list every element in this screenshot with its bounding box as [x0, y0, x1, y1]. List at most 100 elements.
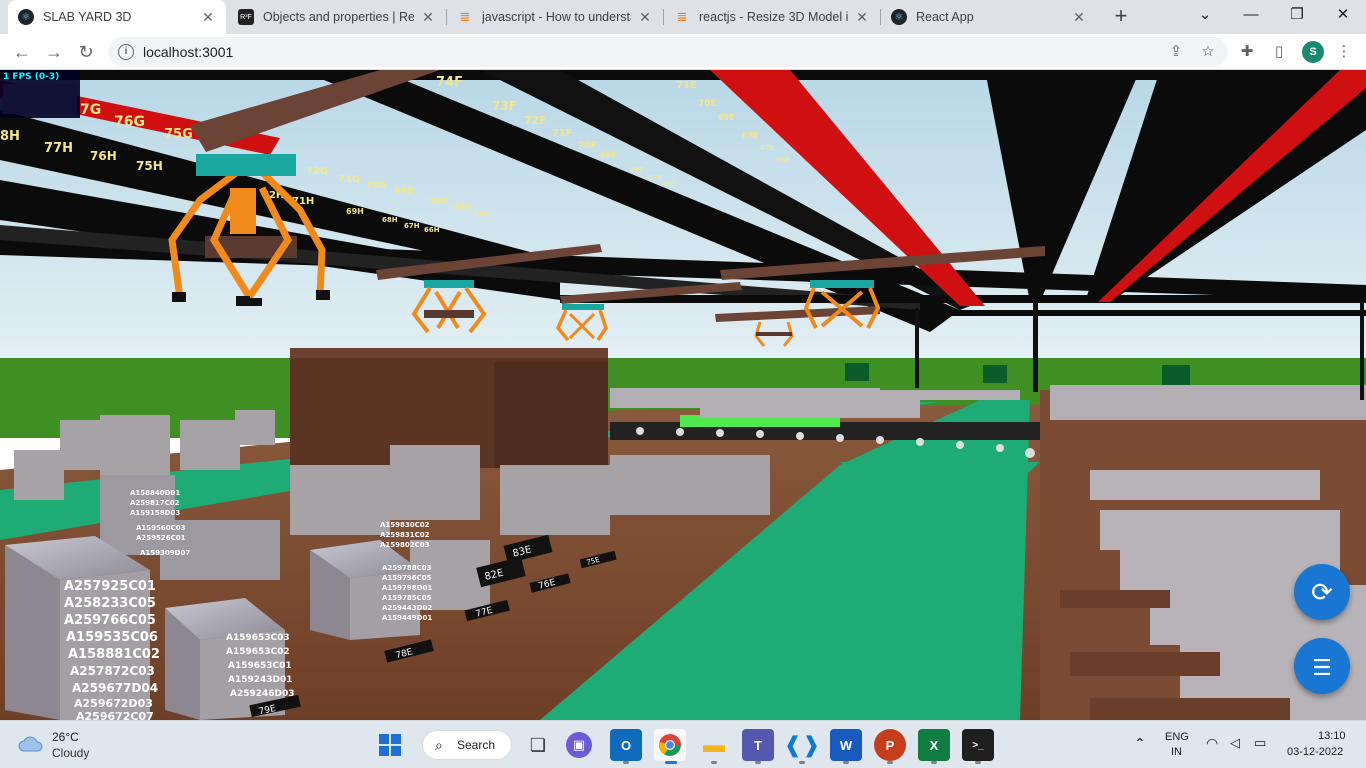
clock-date[interactable]: 03-12-2022: [1287, 746, 1343, 758]
word-icon: W: [839, 737, 853, 753]
slab-label: A159560C03: [136, 524, 186, 532]
chrome-app[interactable]: [654, 729, 686, 761]
teams-app[interactable]: T: [742, 729, 774, 761]
rail-label: 67F: [648, 174, 663, 182]
rail-label: 70G: [366, 181, 386, 191]
rail-label: 8H: [0, 129, 20, 144]
reset-view-button[interactable]: ⟳: [1294, 564, 1350, 620]
profile-avatar[interactable]: S: [1302, 41, 1324, 63]
cloud-icon[interactable]: [18, 734, 44, 752]
stackoverflow-icon: ≣: [676, 9, 688, 24]
rail-label: 67G: [454, 203, 472, 212]
powerpoint-app[interactable]: P: [874, 729, 906, 761]
wifi-icon[interactable]: ◠: [1206, 735, 1218, 752]
rail-label: 73F: [492, 99, 517, 113]
close-icon[interactable]: ✕: [200, 9, 216, 26]
task-view-icon: ❏: [529, 734, 547, 755]
rail-label: 68H: [382, 216, 398, 224]
weather-condition[interactable]: Cloudy: [52, 746, 89, 760]
rail-label: 68G: [430, 197, 448, 206]
rail-label: 69G: [394, 187, 414, 197]
share-icon[interactable]: ⇪: [1166, 42, 1186, 62]
language-bottom[interactable]: IN: [1171, 746, 1182, 758]
teams-chat-button[interactable]: ▣: [566, 732, 592, 758]
settings-button[interactable]: ☰: [1294, 638, 1350, 694]
tab-title: SLAB YARD 3D: [43, 10, 132, 24]
language-top[interactable]: ENG: [1165, 731, 1189, 743]
running-indicator: [887, 761, 893, 764]
slab-label: A259526C01: [136, 534, 186, 542]
close-icon[interactable]: ✕: [1071, 9, 1087, 26]
tab-react-app[interactable]: ⚛ React App ✕: [881, 0, 1097, 34]
windows-icon: [379, 734, 401, 756]
three-canvas[interactable]: A257925C01 A258233C05 A259766C05 A159535…: [0, 70, 1366, 720]
word-app[interactable]: W: [830, 729, 862, 761]
fps-stats-panel[interactable]: 1 FPS (0-3): [0, 70, 80, 118]
slab-label: A257925C01: [64, 579, 156, 594]
slab-label: A159796C05: [382, 574, 432, 582]
slab-label: A159309D07: [140, 549, 190, 557]
task-view-button[interactable]: ❏: [522, 729, 554, 761]
side-panel-icon[interactable]: ▯: [1269, 42, 1289, 62]
close-icon[interactable]: ✕: [854, 9, 870, 26]
running-indicator: [975, 761, 981, 764]
fps-label: 1 FPS (0-3): [3, 72, 60, 82]
slab-label: A159243D01: [228, 675, 293, 685]
tab-reactjs-question[interactable]: ≣ reactjs - Resize 3D Model in R ✕: [664, 0, 880, 34]
building-side: [494, 362, 608, 468]
tab-javascript-question[interactable]: ≣ javascript - How to understan ✕: [447, 0, 663, 34]
slab-label: A159653C02: [226, 647, 290, 657]
slab-label: A259677D04: [72, 681, 158, 695]
fps-graph: [3, 84, 77, 114]
weather-temperature[interactable]: 26°C: [52, 730, 79, 744]
rail-label: 67E: [760, 144, 775, 152]
rail-label: 74F: [436, 75, 463, 90]
back-button[interactable]: ←: [8, 38, 36, 66]
address-bar[interactable]: i localhost:3001: [108, 37, 1228, 67]
tab-search-button[interactable]: ⌄: [1182, 0, 1228, 34]
battery-icon[interactable]: ▭: [1254, 735, 1266, 751]
reload-button[interactable]: ↻: [72, 38, 100, 66]
close-window-button[interactable]: ✕: [1320, 0, 1366, 34]
close-icon[interactable]: ✕: [420, 9, 436, 26]
new-tab-button[interactable]: +: [1108, 4, 1134, 30]
rail-label: 75H: [136, 159, 163, 173]
running-indicator: [843, 761, 849, 764]
close-icon[interactable]: ✕: [637, 9, 653, 26]
minimize-button[interactable]: —: [1228, 0, 1274, 34]
forward-button[interactable]: →: [40, 38, 68, 66]
tab-objects-properties[interactable]: R³F Objects and properties | Reac ✕: [228, 0, 446, 34]
menu-icon[interactable]: ⋮: [1334, 42, 1354, 62]
tab-title: reactjs - Resize 3D Model in R: [699, 10, 848, 24]
start-button[interactable]: [374, 729, 406, 761]
slab-label: A259246D03: [230, 689, 295, 699]
bookmark-star-icon[interactable]: ☆: [1198, 42, 1218, 62]
vscode-app[interactable]: ❰❱: [784, 729, 821, 761]
running-indicator: [623, 761, 629, 764]
chevron-up-icon[interactable]: ⌃: [1134, 735, 1146, 752]
tab-slab-yard[interactable]: ⚛ SLAB YARD 3D ✕: [8, 0, 226, 34]
powerpoint-icon: P: [885, 737, 895, 753]
clock-time[interactable]: 13:10: [1318, 730, 1346, 742]
teams-icon: T: [754, 737, 762, 753]
url-text: localhost:3001: [143, 44, 234, 60]
restore-button[interactable]: ❐: [1274, 0, 1320, 34]
excel-app[interactable]: X: [918, 729, 950, 761]
taskbar-search[interactable]: ⌕ Search: [422, 730, 512, 760]
tune-icon: ☰: [1312, 655, 1332, 680]
volume-icon[interactable]: ◁: [1230, 735, 1240, 751]
file-explorer-app[interactable]: ▬: [698, 729, 730, 761]
chrome-icon: [659, 734, 681, 756]
rail-label: 68E: [742, 131, 759, 140]
extensions-icon[interactable]: ✚: [1237, 42, 1257, 62]
rail-label: 72F: [524, 114, 547, 127]
outlook-app[interactable]: O: [610, 729, 642, 761]
site-info-icon[interactable]: i: [118, 44, 134, 60]
scene-render[interactable]: A257925C01 A258233C05 A259766C05 A159535…: [0, 70, 1366, 720]
rail-label: 66G: [474, 210, 490, 218]
slab-label: A259672D03: [74, 697, 153, 710]
terminal-app[interactable]: >_: [962, 729, 994, 761]
slab-label: A259817C02: [130, 499, 180, 507]
slab-label: A259788C03: [382, 564, 432, 572]
slab-label: A259831C02: [380, 531, 430, 539]
